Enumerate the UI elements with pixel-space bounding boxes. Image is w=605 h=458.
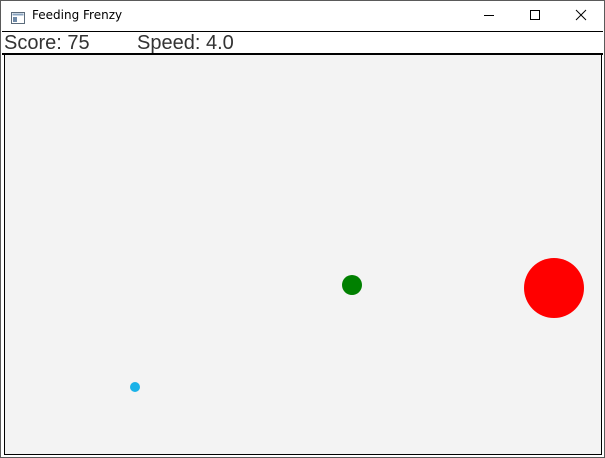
game-playfield[interactable] xyxy=(4,55,602,455)
close-icon xyxy=(575,6,587,25)
close-button[interactable] xyxy=(558,1,604,30)
score-label: Score: 75 xyxy=(4,32,90,54)
speed-label: Speed: 4.0 xyxy=(137,32,234,54)
maximize-button[interactable] xyxy=(512,1,558,30)
small-prey-fish xyxy=(130,382,140,392)
app-window: Feeding Frenzy Score: 75 Speed: 4.0 xyxy=(0,0,605,458)
large-enemy-fish xyxy=(524,258,584,318)
minimize-icon xyxy=(483,6,495,25)
status-bar: Score: 75 Speed: 4.0 xyxy=(2,31,603,55)
window-app-icon[interactable] xyxy=(11,9,25,24)
minimize-button[interactable] xyxy=(466,1,512,30)
maximize-icon xyxy=(529,6,541,25)
player-fish[interactable] xyxy=(342,275,362,295)
window-title: Feeding Frenzy xyxy=(32,8,123,22)
title-bar[interactable]: Feeding Frenzy xyxy=(1,1,604,31)
